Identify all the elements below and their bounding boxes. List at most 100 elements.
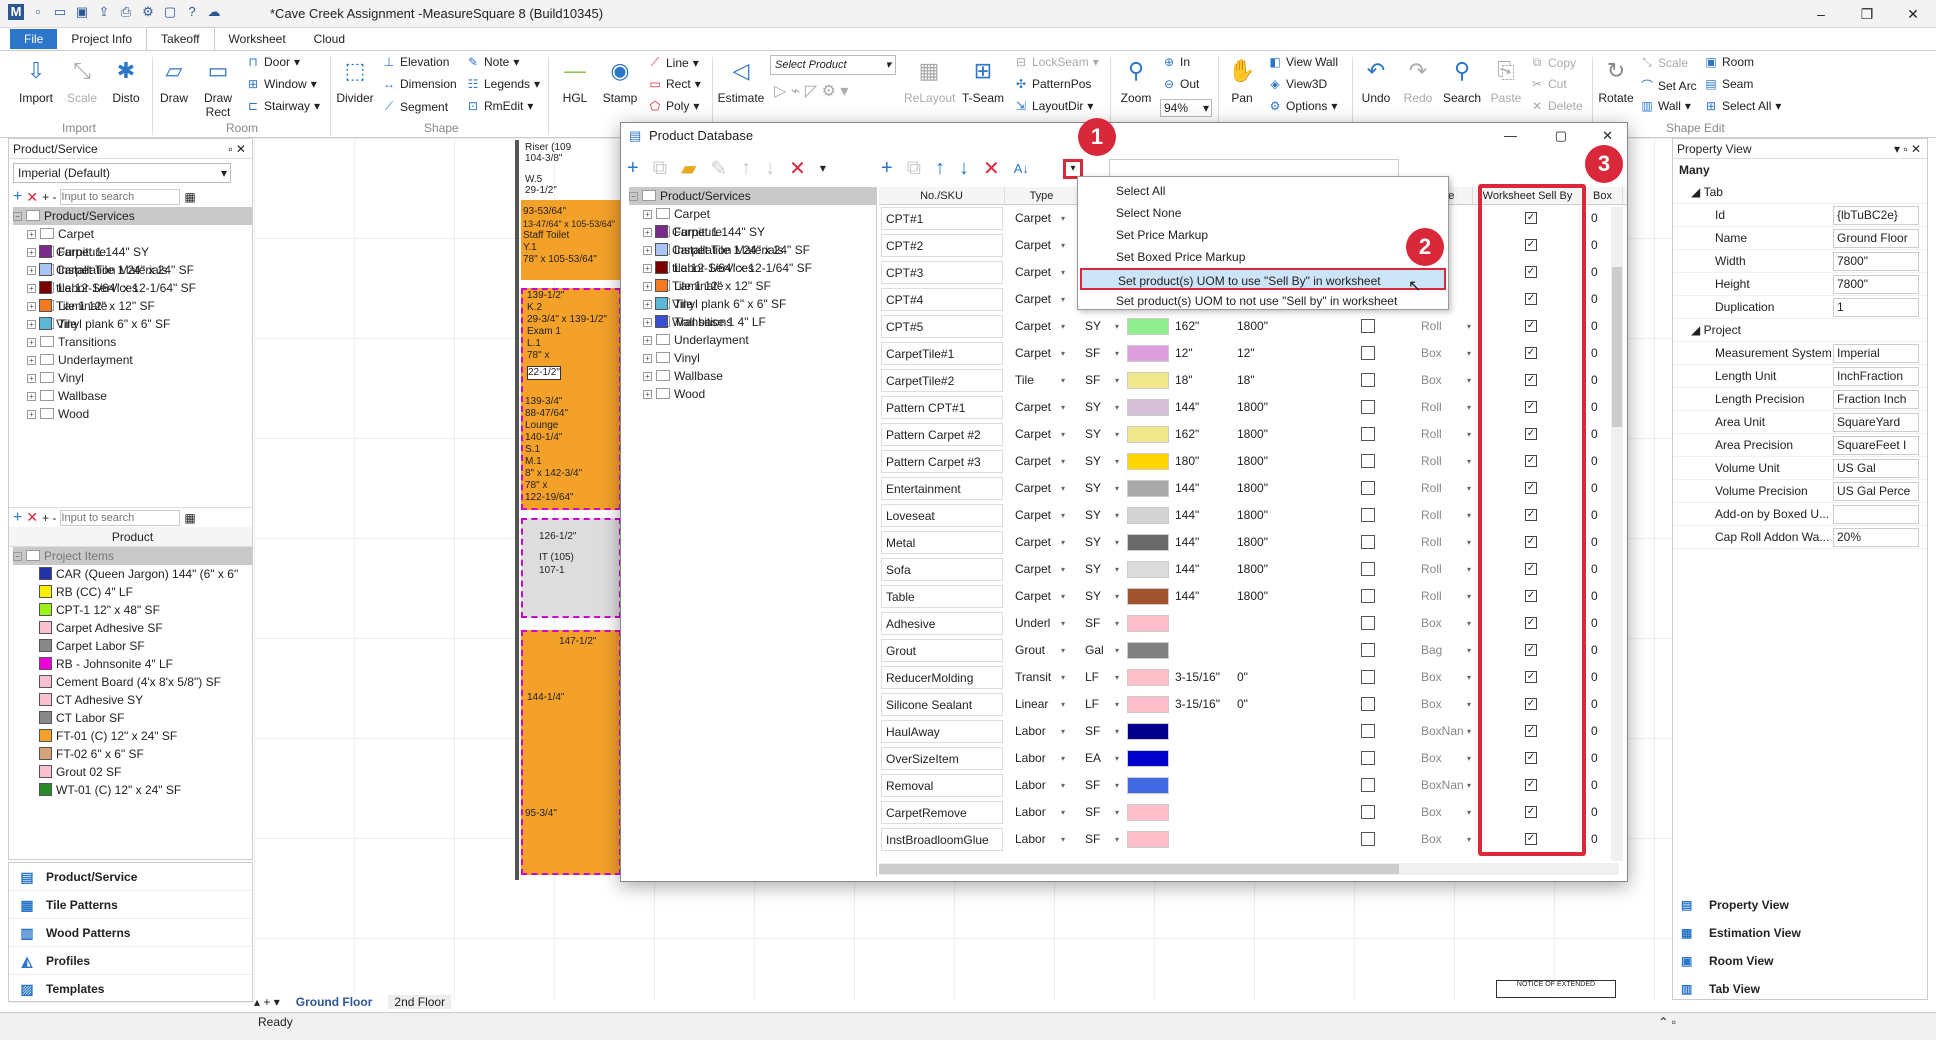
sell-by-cell[interactable]: Box ▾ bbox=[1417, 369, 1473, 392]
project-item[interactable]: Carpet Labor SF bbox=[13, 637, 252, 655]
sku-cell[interactable]: HaulAway bbox=[881, 720, 1003, 743]
type-cell[interactable]: Grout ▾ bbox=[1007, 639, 1067, 662]
tree-category[interactable]: + Vinyl bbox=[629, 349, 876, 367]
project-item[interactable]: RB - Johnsonite 4" LF bbox=[13, 655, 252, 673]
property-value[interactable]: {lbTuBC2e} bbox=[1833, 205, 1919, 225]
sell-by-cell[interactable]: Box ▾ bbox=[1417, 747, 1473, 770]
box-cell[interactable]: 0 bbox=[1591, 396, 1611, 419]
door-button[interactable]: ⊓ Door ▾ bbox=[246, 55, 300, 69]
project-item[interactable]: FT-01 (C) 12" x 24" SF bbox=[13, 727, 252, 745]
sku-cell[interactable]: Entertainment bbox=[881, 477, 1003, 500]
type-cell[interactable]: Carpet ▾ bbox=[1007, 315, 1067, 338]
tree-product[interactable]: Tile 1 12" x 12" SF bbox=[629, 277, 876, 295]
boxed-checkbox[interactable] bbox=[1361, 589, 1375, 603]
length-cell[interactable]: 12" bbox=[1235, 342, 1315, 365]
divider-button[interactable]: ⬚ Divider bbox=[334, 55, 376, 105]
length-cell[interactable]: 1800" bbox=[1235, 423, 1315, 446]
expand-icon[interactable]: + bbox=[643, 318, 652, 327]
print-icon[interactable]: ⎙ bbox=[118, 4, 134, 20]
color-cell[interactable] bbox=[1127, 669, 1169, 686]
property-value[interactable]: Ground Floor bbox=[1833, 228, 1919, 248]
project-items-root[interactable]: − Project Items bbox=[13, 547, 252, 565]
type-cell[interactable]: Carpet ▾ bbox=[1007, 342, 1067, 365]
wall-button[interactable]: ▥ Wall ▾ bbox=[1640, 99, 1691, 113]
move-up-icon[interactable]: ↑ bbox=[935, 157, 945, 180]
sell-by-cell[interactable]: Bag ▾ bbox=[1417, 639, 1473, 662]
color-cell[interactable] bbox=[1127, 588, 1169, 605]
length-cell[interactable] bbox=[1235, 828, 1315, 851]
uom-cell[interactable]: SF ▾ bbox=[1081, 774, 1121, 797]
project-item[interactable]: CT Adhesive SY bbox=[13, 691, 252, 709]
uom-cell[interactable]: SY ▾ bbox=[1081, 585, 1121, 608]
relayout-button[interactable]: ▦ ReLayout bbox=[904, 55, 955, 105]
expand-icon[interactable]: + bbox=[27, 356, 36, 365]
nav-profiles[interactable]: ◭ Profiles bbox=[9, 947, 252, 975]
boxed-checkbox[interactable] bbox=[1361, 778, 1375, 792]
type-cell[interactable]: Carpet ▾ bbox=[1007, 531, 1067, 554]
column-header[interactable]: No./SKU bbox=[879, 187, 1005, 204]
sell-by-cell[interactable]: Box ▾ bbox=[1417, 612, 1473, 635]
type-cell[interactable]: Labor ▾ bbox=[1007, 774, 1067, 797]
color-cell[interactable] bbox=[1127, 372, 1169, 389]
sell-by-cell[interactable]: Roll ▾ bbox=[1417, 558, 1473, 581]
rotate-button[interactable]: ↻ Rotate bbox=[1596, 55, 1636, 105]
tree-product[interactable]: Wall base 1 4" LF bbox=[629, 313, 876, 331]
type-cell[interactable]: Underl ▾ bbox=[1007, 612, 1067, 635]
length-cell[interactable]: 0" bbox=[1235, 693, 1315, 716]
type-cell[interactable]: Carpet ▾ bbox=[1007, 207, 1067, 230]
uom-cell[interactable]: SY ▾ bbox=[1081, 531, 1121, 554]
uom-cell[interactable]: SY ▾ bbox=[1081, 315, 1121, 338]
type-cell[interactable]: Labor ▾ bbox=[1007, 828, 1067, 851]
length-cell[interactable]: 1800" bbox=[1235, 531, 1315, 554]
type-cell[interactable]: Carpet ▾ bbox=[1007, 585, 1067, 608]
type-cell[interactable]: Carpet ▾ bbox=[1007, 558, 1067, 581]
boxed-checkbox[interactable] bbox=[1361, 535, 1375, 549]
sell-by-cell[interactable]: Roll ▾ bbox=[1417, 477, 1473, 500]
expand-icon[interactable]: + bbox=[643, 210, 652, 219]
color-cell[interactable] bbox=[1127, 804, 1169, 821]
collapse-icon[interactable]: − bbox=[13, 212, 22, 221]
type-cell[interactable]: Carpet ▾ bbox=[1007, 504, 1067, 527]
expand-icon[interactable]: + bbox=[27, 284, 36, 293]
length-cell[interactable]: 0" bbox=[1235, 666, 1315, 689]
box-cell[interactable]: 0 bbox=[1591, 747, 1611, 770]
property-value[interactable]: InchFraction bbox=[1833, 366, 1919, 386]
tab-2nd-floor[interactable]: 2nd Floor bbox=[388, 995, 452, 1009]
uom-cell[interactable]: Gal ▾ bbox=[1081, 639, 1121, 662]
import-button[interactable]: ⇩ Import bbox=[14, 55, 58, 105]
box-cell[interactable]: 0 bbox=[1591, 720, 1611, 743]
sku-cell[interactable]: ReducerMolding bbox=[881, 666, 1003, 689]
uom-cell[interactable]: SF ▾ bbox=[1081, 801, 1121, 824]
legends-button[interactable]: ☷ Legends ▾ bbox=[466, 77, 540, 91]
tree-category[interactable]: + Wallbase bbox=[13, 387, 252, 405]
collapse-icon[interactable]: − bbox=[13, 552, 22, 561]
minimize-button[interactable]: – bbox=[1798, 0, 1844, 28]
color-cell[interactable] bbox=[1127, 534, 1169, 551]
sku-cell[interactable]: CPT#1 bbox=[881, 207, 1003, 230]
expand-icon[interactable]: + bbox=[27, 338, 36, 347]
length-cell[interactable]: 1800" bbox=[1235, 477, 1315, 500]
close-button[interactable]: ✕ bbox=[1890, 0, 1936, 28]
boxed-checkbox[interactable] bbox=[1361, 346, 1375, 360]
project-item[interactable]: CT Labor SF bbox=[13, 709, 252, 727]
box-cell[interactable]: 0 bbox=[1591, 639, 1611, 662]
box-cell[interactable]: 0 bbox=[1591, 558, 1611, 581]
tree-product[interactable]: Carpet 1 144" SY bbox=[629, 223, 876, 241]
tree-product[interactable]: Vinyl plank 6" x 6" SF bbox=[629, 295, 876, 313]
grid-icon[interactable]: ▦ bbox=[184, 511, 195, 525]
sku-cell[interactable]: CPT#2 bbox=[881, 234, 1003, 257]
menu-set-uom-sell-by[interactable]: Set product(s) UOM to use "Sell By" in w… bbox=[1080, 268, 1446, 290]
expand-icon[interactable]: + bbox=[27, 320, 36, 329]
type-cell[interactable]: Carpet ▾ bbox=[1007, 288, 1067, 311]
tab-project-info[interactable]: Project Info bbox=[57, 28, 146, 50]
nav-templates[interactable]: ▨ Templates bbox=[9, 975, 252, 1003]
search-input-2[interactable] bbox=[60, 509, 181, 526]
type-cell[interactable]: Carpet ▾ bbox=[1007, 477, 1067, 500]
expand-icon[interactable]: + bbox=[643, 336, 652, 345]
move-up-icon[interactable]: ↑ bbox=[741, 157, 751, 180]
type-cell[interactable]: Carpet ▾ bbox=[1007, 234, 1067, 257]
zoom-out-button[interactable]: ⊖ Out bbox=[1162, 77, 1199, 91]
move-down-icon[interactable]: ↓ bbox=[765, 157, 775, 180]
sell-by-cell[interactable]: Roll ▾ bbox=[1417, 531, 1473, 554]
stamp-button[interactable]: ◉ Stamp bbox=[598, 55, 642, 105]
